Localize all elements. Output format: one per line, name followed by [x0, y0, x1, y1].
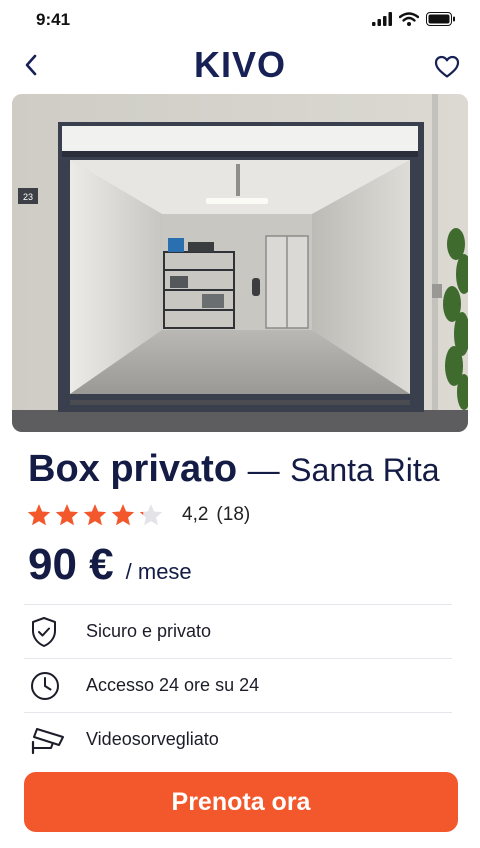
listing-photo[interactable]: 23	[12, 94, 468, 432]
favorite-button[interactable]	[432, 52, 462, 82]
rating-value: 4,2	[182, 504, 209, 525]
listing-location: Santa Rita	[290, 452, 440, 488]
star-half-icon	[139, 504, 163, 526]
signal-icon	[372, 12, 392, 26]
title-separator: —	[247, 452, 280, 488]
star-rating	[26, 502, 164, 528]
security-camera-icon	[31, 727, 64, 754]
clock-icon	[31, 671, 59, 700]
unit-number: 23	[23, 192, 33, 202]
star-full-icon	[83, 504, 107, 526]
status-bar: 9:41	[0, 0, 480, 40]
price-unit: / mese	[125, 559, 192, 584]
rating-count: (18)	[216, 504, 251, 525]
heart-icon	[434, 55, 460, 78]
shield-check-icon	[32, 616, 56, 647]
price-amount: 90 €	[28, 540, 114, 589]
feature-list: Sicuro e privato Accesso 24 ore su 24 Vi…	[24, 604, 452, 766]
listing-title: Box privato — Santa Rita	[28, 448, 440, 491]
feature-label: Sicuro e privato	[86, 621, 212, 641]
status-time: 9:41	[36, 10, 71, 29]
garage-illustration: 23	[12, 94, 468, 432]
rating-row[interactable]: 4,2 (18)	[26, 500, 250, 530]
listing-title-main: Box privato	[28, 448, 238, 490]
wifi-icon	[399, 12, 419, 26]
rating-text: 4,2 (18)	[182, 504, 250, 526]
brand-logo: KIVO	[193, 44, 286, 85]
battery-icon	[426, 12, 455, 26]
star-full-icon	[27, 504, 51, 526]
book-now-button[interactable]: Prenota ora	[24, 772, 458, 832]
feature-item: Sicuro e privato	[24, 604, 452, 658]
status-icons	[372, 12, 456, 26]
star-full-icon	[55, 504, 79, 526]
price-row: 90 € / mese	[28, 540, 192, 590]
feature-item: Videosorvegliato	[24, 712, 452, 766]
feature-item: Accesso 24 ore su 24	[24, 658, 452, 712]
feature-label: Videosorvegliato	[86, 729, 219, 749]
feature-label: Accesso 24 ore su 24	[86, 675, 260, 695]
nav-bar: KIVO	[0, 40, 480, 92]
star-full-icon	[111, 504, 135, 526]
